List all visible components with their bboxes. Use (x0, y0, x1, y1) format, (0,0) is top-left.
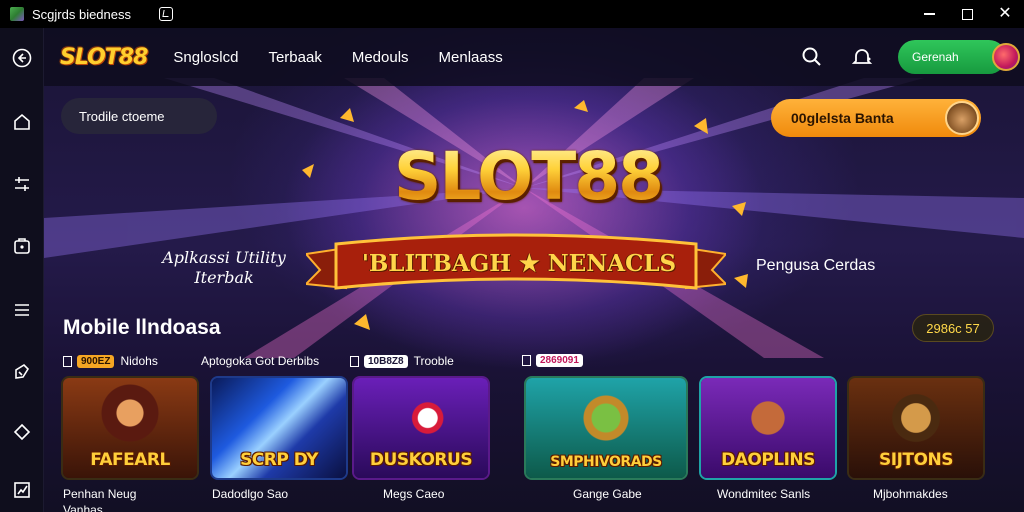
game-card-2-title: SCRP DY (240, 450, 318, 470)
back-circle-icon (12, 48, 32, 68)
sidebar-item-wallet[interactable] (8, 232, 36, 260)
sidebar-item-stats[interactable] (8, 476, 36, 504)
site-logo[interactable]: SLOT88 (60, 45, 148, 70)
close-button[interactable]: ✕ (986, 0, 1024, 28)
sidebar-item-back[interactable] (8, 44, 36, 72)
new-tab-icon[interactable] (159, 7, 173, 21)
search-icon (802, 47, 821, 66)
category-4-icon (522, 355, 531, 366)
category-3-icon (350, 355, 359, 367)
hero-search-text: Trodile ctoeme (79, 108, 165, 124)
tag-icon (15, 363, 30, 379)
category-row: 900EZ Nidohs Aptogoka Got Derbibs 10B8Z8… (63, 354, 623, 372)
game-card-4-label: Gange Gabe (573, 487, 642, 501)
register-button-label: Gerenah (912, 50, 959, 64)
game-card-4[interactable]: SMPHIVORADS (524, 376, 688, 480)
game-card-1-title: FAFEARL (90, 450, 170, 470)
sidebar-item-diamond[interactable] (8, 418, 36, 446)
category-2-label: Aptogoka Got Derbibs (201, 354, 320, 368)
hero-tagline-right: Pengusa Cerdas (756, 257, 876, 274)
game-card-3-title: DUSKORUS (369, 450, 473, 470)
hero-tagline-left: Aplkassi Utility Iterbak (162, 248, 286, 287)
home-icon (14, 113, 30, 130)
minimize-button[interactable] (910, 0, 948, 28)
game-card-5-title: DAOPLINS (721, 450, 815, 470)
nav-link-1[interactable]: Sngloslcd (173, 49, 238, 66)
window-title: Scgjrds biedness (32, 6, 131, 22)
section-title: Mobile llndoasa (63, 316, 221, 339)
top-nav: SLOT88 Sngloslcd Terbaak Medouls Menlaas… (44, 28, 1024, 86)
game-card-3-label: Megs Caeo (383, 487, 445, 501)
maximize-icon (961, 8, 973, 20)
category-1-label: Nidohs (120, 354, 158, 368)
close-icon: ✕ (998, 5, 1012, 22)
nav-actions: Gerenah (774, 40, 1020, 74)
category-3-chip: 10B8Z8 (364, 354, 408, 368)
reward-chip-icon (992, 43, 1020, 71)
game-card-6[interactable]: SIJTONS (847, 376, 985, 480)
game-card-2[interactable]: SCRP DY (210, 376, 348, 480)
game-card-2-label: Dadodlgo Sao (212, 487, 289, 501)
hero-search-pill[interactable]: Trodile ctoeme (61, 98, 217, 134)
sliders-icon (15, 177, 29, 191)
category-4-chip: 2869091 (536, 354, 583, 367)
nav-link-3[interactable]: Medouls (352, 49, 409, 66)
minimize-icon (923, 13, 935, 15)
menu-icon (15, 304, 29, 316)
game-card-5-label: Wondmitec Sanls (717, 487, 811, 501)
main-content: SLOT88 Sngloslcd Terbaak Medouls Menlaas… (44, 28, 1024, 512)
promo-avatar (945, 101, 979, 135)
maximize-button[interactable] (948, 0, 986, 28)
wallet-icon (14, 238, 30, 254)
game-card-1-label: Penhan Neug Vanhas (63, 487, 137, 512)
game-card-3[interactable]: DUSKORUS (352, 376, 490, 480)
promo-button[interactable]: 00glelsta Banta (771, 99, 981, 137)
window-controls: ✕ (910, 0, 1024, 28)
game-card-4-title: SMPHIVORADS (550, 454, 662, 470)
sidebar-item-home[interactable] (8, 108, 36, 136)
game-card-5[interactable]: DAOPLINS (699, 376, 837, 480)
register-button[interactable]: Gerenah (898, 40, 1020, 74)
nav-link-2[interactable]: Terbaak (268, 49, 321, 66)
category-3-label: Trooble (413, 354, 454, 368)
sidebar-item-filters[interactable] (8, 170, 36, 198)
game-card-6-title: SIJTONS (879, 450, 953, 470)
window-titlebar: Scgjrds biedness ✕ (0, 0, 1024, 28)
chart-icon (14, 482, 30, 498)
sidebar-item-promo[interactable] (8, 358, 36, 386)
section-badge[interactable]: 2986c 57 (912, 314, 994, 342)
hero-ribbon-text: 'BLITBAGH ★ NENACLS (361, 250, 677, 277)
category-3[interactable]: 10B8Z8 Trooble (350, 354, 454, 368)
notifications-button[interactable] (850, 45, 874, 69)
promo-label: 00glelsta Banta (791, 110, 894, 126)
category-4[interactable]: 2869091 (522, 354, 589, 367)
sidebar-item-menu[interactable] (8, 296, 36, 324)
hero-logo: SLOT88 (348, 138, 708, 215)
game-card-6-label: Mjbohmakdes (873, 487, 948, 501)
category-1[interactable]: 900EZ Nidohs (63, 354, 158, 368)
search-button[interactable] (800, 45, 824, 69)
diamond-icon (13, 423, 31, 441)
nav-link-4[interactable]: Menlaass (439, 49, 503, 66)
game-card-1[interactable]: FAFEARL (61, 376, 199, 480)
sidebar (0, 28, 44, 512)
bell-icon (851, 49, 873, 64)
category-1-icon (63, 355, 72, 367)
app-icon (10, 7, 24, 21)
category-2[interactable]: Aptogoka Got Derbibs (201, 354, 319, 368)
category-1-chip: 900EZ (77, 354, 115, 368)
